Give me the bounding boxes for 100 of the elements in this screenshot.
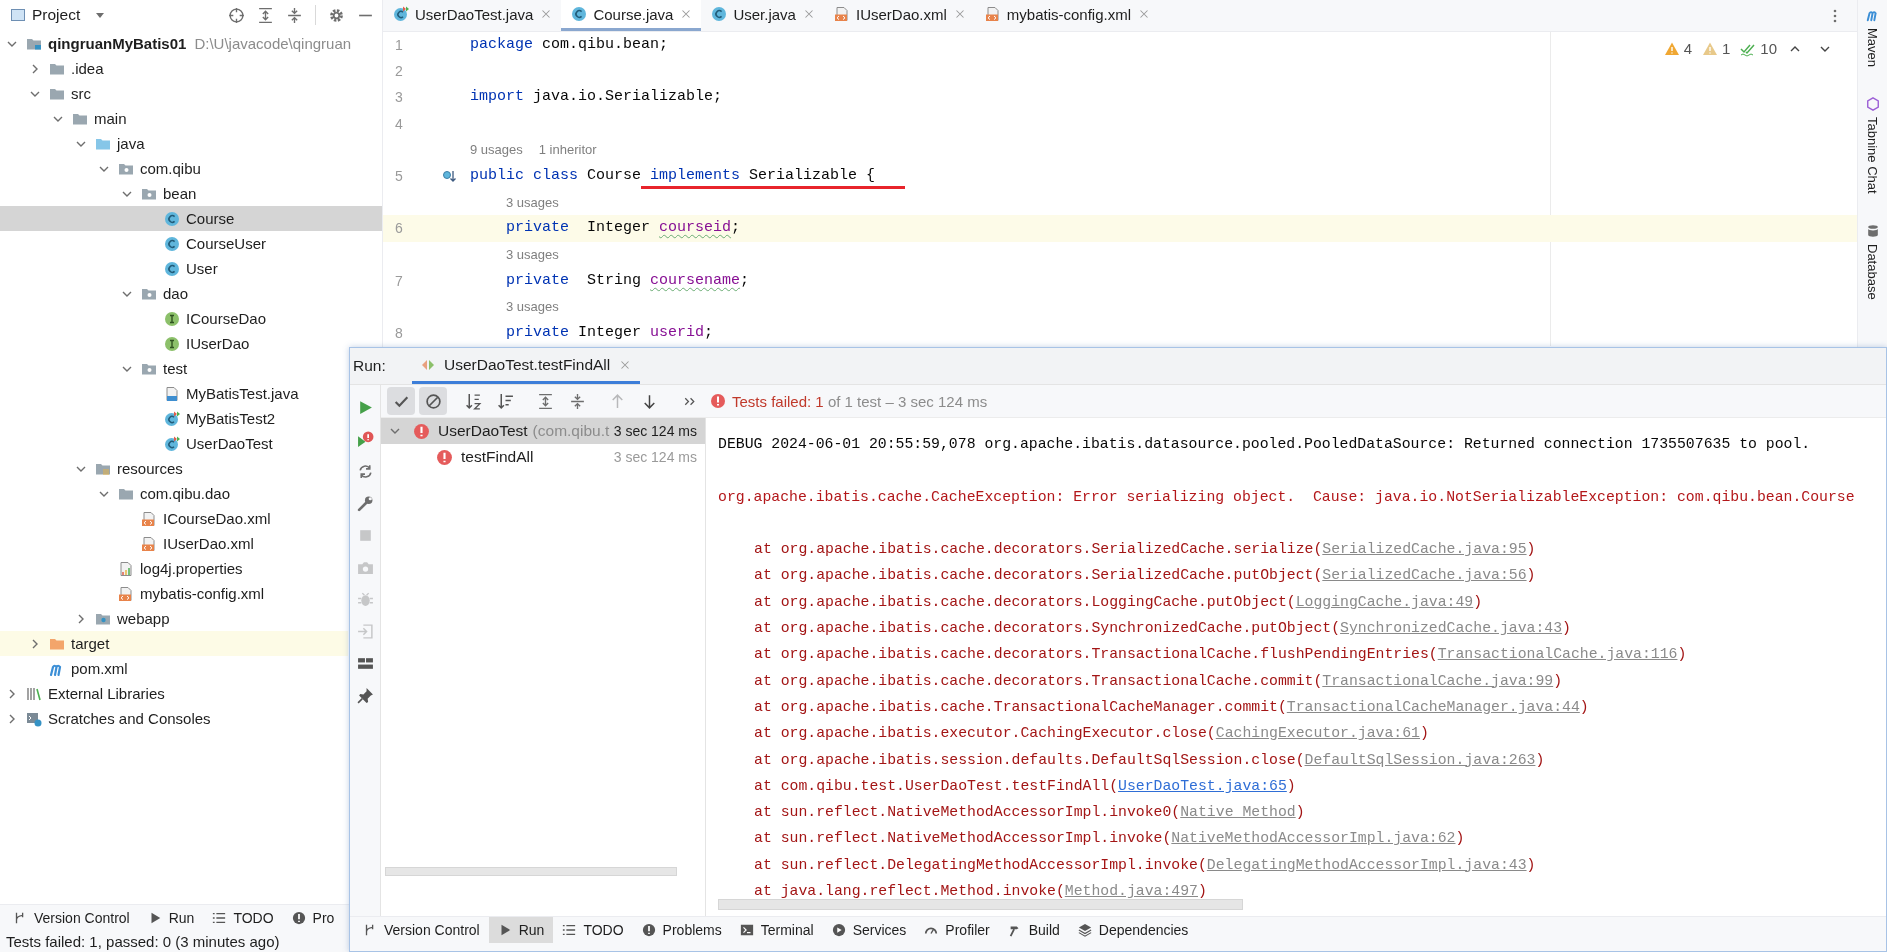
source-link[interactable]: SerializedCache.java:56 <box>1322 567 1527 584</box>
tool-window-button[interactable]: Run <box>488 917 554 943</box>
source-link[interactable]: NativeMethodAccessorImpl.java:62 <box>1171 830 1456 847</box>
tree-row[interactable]: qingruanMyBatis01 D:\U\javacode\qingruan <box>0 31 352 56</box>
source-link[interactable]: LoggingCache.java:49 <box>1295 593 1474 610</box>
source-link[interactable]: SynchronizedCache.java:43 <box>1340 620 1563 637</box>
tree-row[interactable]: mybatis-config.xml <box>0 581 265 606</box>
usage-hint[interactable]: 3 usages <box>506 299 559 315</box>
source-link[interactable]: UserDaoTest.java:65 <box>1118 777 1287 794</box>
tree-row[interactable]: IUserDao.xml <box>0 531 254 556</box>
tree-row[interactable]: target <box>0 631 348 656</box>
source-link[interactable]: DelegatingMethodAccessorImpl.java:43 <box>1206 856 1527 873</box>
no-sign-icon <box>424 392 442 410</box>
source-link[interactable]: Method.java:497 <box>1064 883 1198 900</box>
editor-tab[interactable]: User.java <box>701 0 824 31</box>
tree-label: Scratches and Consoles <box>48 710 211 727</box>
source-link[interactable]: Native Method <box>1180 804 1296 821</box>
usage-hint[interactable]: 1 inheritor <box>538 142 597 158</box>
tree-label: IUserDao <box>186 335 250 352</box>
expand-all-icon[interactable] <box>257 6 274 24</box>
stack-trace-line: at com.qibu.test.UserDaoTest.testFindAll(UserDaoTest.java:65) <box>754 777 1296 794</box>
tree-label: com.qibu <box>140 160 201 177</box>
tree-row[interactable]: Course <box>0 206 382 231</box>
tree-row[interactable]: User <box>0 256 218 281</box>
class-icon <box>571 6 588 22</box>
xml-file-icon <box>141 510 157 527</box>
source-link[interactable]: TransactionalCache.java:99 <box>1322 672 1554 689</box>
crosshair-icon[interactable] <box>228 6 245 24</box>
editor-tab[interactable]: Course.java <box>561 0 702 31</box>
tree-row[interactable]: test <box>0 356 188 381</box>
collapse-all-icon[interactable] <box>286 6 303 24</box>
tree-row[interactable]: .idea <box>0 56 104 81</box>
tree-row[interactable]: pom.xml <box>0 656 128 681</box>
source-link[interactable]: DefaultSqlSession.java:263 <box>1304 751 1536 768</box>
test-row[interactable]: testFindAll 3 sec 124 ms <box>381 444 705 470</box>
usage-hint[interactable]: 9 usages <box>470 142 523 158</box>
settings-icon[interactable] <box>328 6 345 24</box>
tree-row[interactable]: bean <box>0 181 197 206</box>
tool-window-button[interactable]: Pro <box>282 905 344 931</box>
tool-window-button[interactable]: Build <box>998 917 1069 943</box>
scrollbar[interactable] <box>385 867 677 876</box>
source-link[interactable]: TransactionalCacheManager.java:44 <box>1286 698 1580 715</box>
source-link[interactable]: CachingExecutor.java:61 <box>1215 725 1420 742</box>
source-link[interactable]: SerializedCache.java:95 <box>1322 541 1527 558</box>
side-tab[interactable]: Database <box>1858 215 1887 322</box>
line-number: 6 <box>394 219 404 238</box>
source-link[interactable]: TransactionalCache.java:116 <box>1437 646 1678 663</box>
usage-hint[interactable]: 3 usages <box>506 247 559 263</box>
tool-window-button[interactable]: Version Control <box>4 905 139 931</box>
editor-tab[interactable]: mybatis-config.xml <box>974 0 1160 31</box>
tool-window-button[interactable]: Profiler <box>915 917 999 943</box>
tree-row[interactable]: resources <box>0 456 183 481</box>
line-number: 2 <box>394 62 404 81</box>
tree-label: CourseUser <box>186 235 267 252</box>
test-class-icon <box>393 6 409 22</box>
tree-row[interactable]: Scratches and Consoles <box>0 706 211 731</box>
editor-tab[interactable]: IUserDao.xml <box>823 0 975 31</box>
tree-row[interactable]: MyBatisTest2 <box>0 406 276 431</box>
tree-row[interactable]: External Libraries <box>0 681 165 706</box>
tool-window-button[interactable]: TODO <box>203 905 283 931</box>
usage-hint[interactable]: 3 usages <box>506 194 559 210</box>
tree-row[interactable]: UserDaoTest <box>0 431 273 456</box>
editor-tab[interactable]: UserDaoTest.java <box>383 0 562 31</box>
tool-window-button[interactable]: Terminal <box>730 917 823 943</box>
line-number: 5 <box>394 166 404 185</box>
tool-window-button[interactable]: Version Control <box>354 917 489 943</box>
toolbar-button[interactable] <box>419 387 447 415</box>
tree-row[interactable]: CourseUser <box>0 231 267 256</box>
tree-label: IUserDao.xml <box>163 535 254 552</box>
tree-label: ICourseDao.xml <box>163 510 271 527</box>
tree-row[interactable]: ICourseDao.xml <box>0 506 271 531</box>
test-row[interactable]: UserDaoTest (com.qibu.t 3 sec 124 ms <box>381 418 705 444</box>
pin-icon <box>356 686 374 704</box>
tree-row[interactable]: IUserDao <box>0 331 250 356</box>
tool-window-button[interactable]: Problems <box>632 917 731 943</box>
expand-all-icon <box>536 392 554 410</box>
side-tab[interactable]: Tabnine Chat <box>1858 89 1887 216</box>
side-tab[interactable]: Maven <box>1858 0 1887 90</box>
stack-trace-line: at java.lang.reflect.Method.invoke(Method.java:497) <box>754 883 1207 900</box>
tree-row[interactable]: main <box>0 106 127 131</box>
toolbar-button[interactable] <box>387 387 415 415</box>
tree-row[interactable]: webapp <box>0 606 170 631</box>
tree-row[interactable]: MyBatisTest.java <box>0 381 299 406</box>
tree-row[interactable]: log4j.properties <box>0 556 243 581</box>
path-hint: D:\U\javacode\qingruan <box>194 35 352 52</box>
tree-row[interactable]: java <box>0 131 145 156</box>
tool-window-button[interactable]: TODO <box>553 917 633 943</box>
tree-row[interactable]: com.qibu <box>0 156 201 181</box>
tree-row[interactable]: ICourseDao <box>0 306 267 331</box>
list-icon <box>212 911 227 925</box>
scrollbar[interactable] <box>718 899 1243 910</box>
stack-trace-line: at sun.reflect.NativeMethodAccessorImpl.invoke0(Native Method) <box>754 804 1305 821</box>
tree-row[interactable]: src <box>0 81 91 106</box>
layers-icon <box>1077 923 1092 937</box>
tool-window-button[interactable]: Services <box>822 917 916 943</box>
tool-window-button[interactable]: Run <box>138 905 204 931</box>
tree-row[interactable]: dao <box>0 281 189 306</box>
tree-row[interactable]: com.qibu.dao <box>0 481 231 506</box>
tool-window-button[interactable]: Dependencies <box>1068 917 1198 943</box>
tree-label: src <box>71 85 91 102</box>
